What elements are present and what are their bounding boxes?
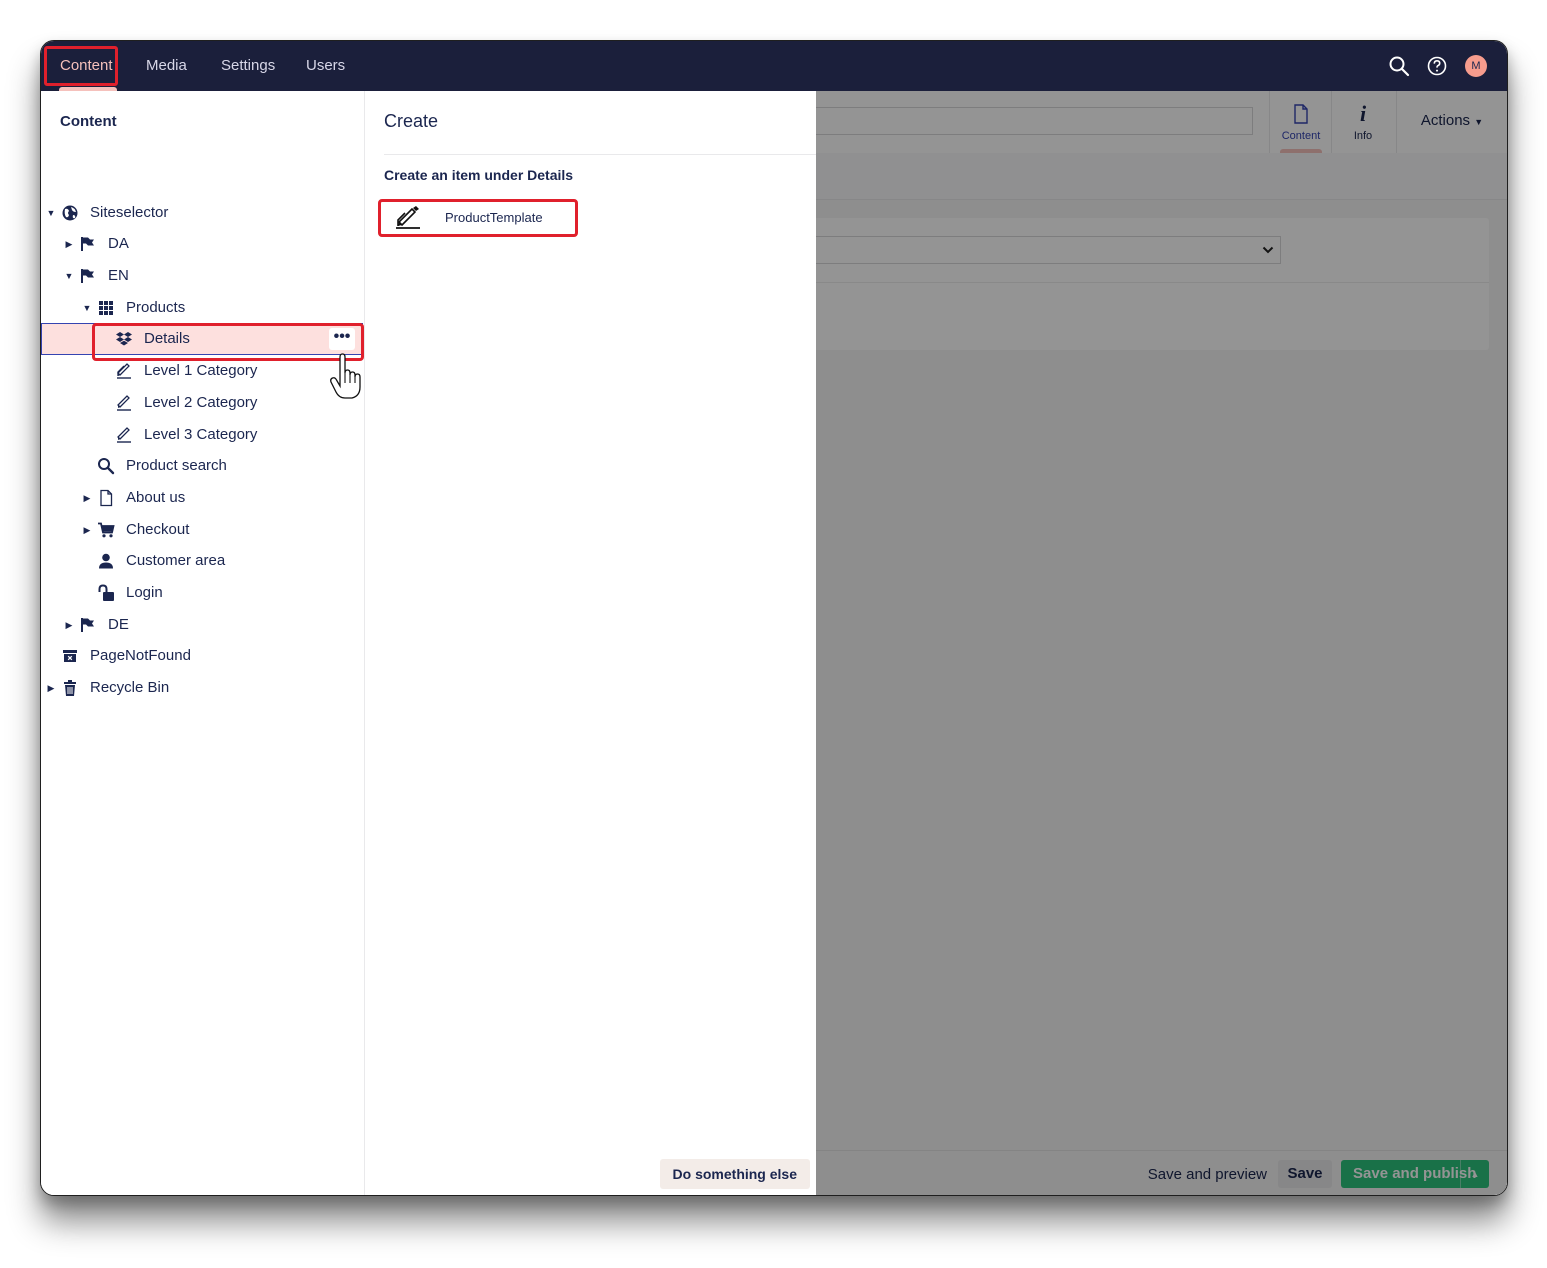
create-dialog: Create Create an item under Details Prod…: [364, 91, 816, 1195]
tree-node-recycle-bin[interactable]: ▶ Recycle Bin: [41, 672, 363, 704]
hand-cursor-icon: [330, 353, 361, 399]
trash-icon: [64, 680, 76, 696]
highlight-content-tab: [44, 46, 118, 86]
edit-icon: [117, 427, 131, 443]
flag-icon: [81, 618, 94, 632]
create-item-producttemplate[interactable]: ProductTemplate: [378, 199, 578, 237]
flag-icon: [81, 237, 94, 251]
help-icon[interactable]: [1426, 55, 1448, 77]
tree-node-en[interactable]: ▼ EN: [41, 260, 363, 292]
tree-node-checkout[interactable]: ▶ Checkout: [41, 514, 363, 546]
caret-right-icon[interactable]: ▶: [63, 228, 75, 260]
dialog-title: Create: [384, 91, 816, 155]
tree-node-login[interactable]: Login: [41, 577, 363, 609]
tree-node-product-search[interactable]: Product search: [41, 450, 363, 482]
topnav-media[interactable]: Media: [146, 41, 187, 91]
caret-right-icon[interactable]: ▶: [45, 672, 57, 704]
grid-icon: [99, 301, 113, 315]
tree-node-de[interactable]: ▶ DE: [41, 609, 363, 641]
edit-icon: [117, 395, 131, 411]
tree-node-level-1-category[interactable]: Level 1 Category: [41, 355, 363, 387]
tree-node-products[interactable]: ▼ Products: [41, 292, 363, 324]
globe-icon: [62, 205, 78, 221]
search-icon[interactable]: [1388, 55, 1410, 77]
umbraco-window: Content Media Settings Users M Content i…: [40, 40, 1508, 1196]
caret-down-icon[interactable]: ▼: [81, 292, 93, 324]
document-icon: [100, 489, 113, 507]
caret-right-icon[interactable]: ▶: [81, 514, 93, 546]
caret-right-icon[interactable]: ▶: [81, 482, 93, 514]
topnav-users[interactable]: Users: [306, 41, 345, 91]
content-tree: Content ▼ Siteselector ▶ DA ▼ EN ▼ Produ…: [41, 91, 365, 1195]
top-navigation-bar: Content Media Settings Users M: [41, 41, 1507, 91]
tree-node-customer-area[interactable]: Customer area: [41, 545, 363, 577]
tree-node-level-2-category[interactable]: Level 2 Category: [41, 387, 363, 419]
tree-node-about-us[interactable]: ▶ About us: [41, 482, 363, 514]
edit-icon: [396, 206, 420, 229]
tree-node-siteselector[interactable]: ▼ Siteselector: [41, 197, 363, 229]
topnav-settings[interactable]: Settings: [221, 41, 275, 91]
dialog-subtitle: Create an item under Details: [384, 167, 574, 183]
tree-node-pagenotfound[interactable]: PageNotFound: [41, 640, 363, 672]
archive-icon: [63, 650, 77, 662]
search-icon: [98, 458, 115, 475]
caret-down-icon[interactable]: ▼: [63, 260, 75, 292]
tree-header: Content: [60, 113, 117, 130]
edit-icon: [117, 363, 131, 379]
caret-right-icon[interactable]: ▶: [63, 609, 75, 641]
do-something-else-button[interactable]: Do something else: [659, 1159, 810, 1189]
caret-down-icon[interactable]: ▼: [45, 197, 57, 229]
tree-node-level-3-category[interactable]: Level 3 Category: [41, 419, 363, 451]
user-avatar[interactable]: M: [1465, 55, 1487, 77]
tree-node-da[interactable]: ▶ DA: [41, 228, 363, 260]
cart-icon: [98, 522, 115, 538]
flag-icon: [81, 269, 94, 283]
user-icon: [99, 553, 113, 569]
unlock-icon: [98, 584, 114, 601]
